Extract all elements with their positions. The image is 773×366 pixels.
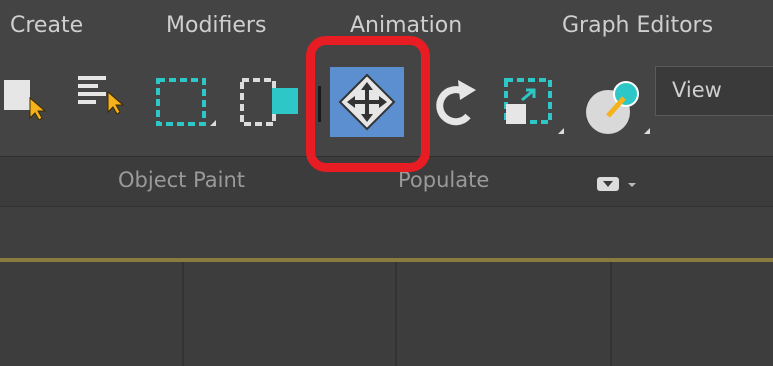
menu-modifiers[interactable]: Modifiers [166, 12, 266, 40]
viewport-area[interactable] [0, 262, 773, 366]
rectangular-selection-region-button[interactable] [152, 76, 216, 136]
menu-animation[interactable]: Animation [350, 12, 462, 40]
select-and-move-button[interactable] [330, 67, 404, 137]
reference-coordinate-system-select[interactable]: View [655, 66, 773, 116]
select-and-rotate-icon [436, 80, 476, 126]
menu-bar: Create Modifiers Animation Graph Editors [0, 0, 773, 58]
menu-graph-editors[interactable]: Graph Editors [562, 12, 713, 40]
tab-populate[interactable]: Populate [398, 168, 489, 192]
ribbon-dropdown-icon [597, 177, 636, 191]
window-crossing-button[interactable] [238, 76, 302, 136]
ribbon-tabs: Object Paint Populate [0, 156, 773, 206]
select-object-button[interactable] [0, 74, 50, 120]
window-crossing-icon [240, 78, 298, 126]
select-by-name-icon [78, 76, 125, 115]
rectangular-selection-region-icon [156, 78, 216, 126]
reference-coordinate-system-value: View [672, 78, 722, 102]
viewport-divider [610, 262, 612, 366]
viewport-divider [395, 262, 397, 366]
ribbon-options-dropdown[interactable] [597, 176, 657, 196]
select-and-scale-button[interactable] [500, 76, 570, 142]
tab-object-paint[interactable]: Object Paint [118, 168, 245, 192]
select-and-scale-icon [504, 78, 564, 134]
viewport-divider [182, 262, 184, 366]
select-object-icon [4, 80, 47, 120]
select-and-move-icon [338, 73, 396, 131]
place-button[interactable] [580, 76, 650, 142]
place-icon [586, 81, 650, 134]
select-by-name-button[interactable] [76, 72, 136, 120]
menu-create[interactable]: Create [10, 12, 83, 40]
toolbar-separator [318, 86, 321, 122]
ribbon-panel [0, 206, 773, 258]
select-and-rotate-button[interactable] [432, 76, 482, 132]
